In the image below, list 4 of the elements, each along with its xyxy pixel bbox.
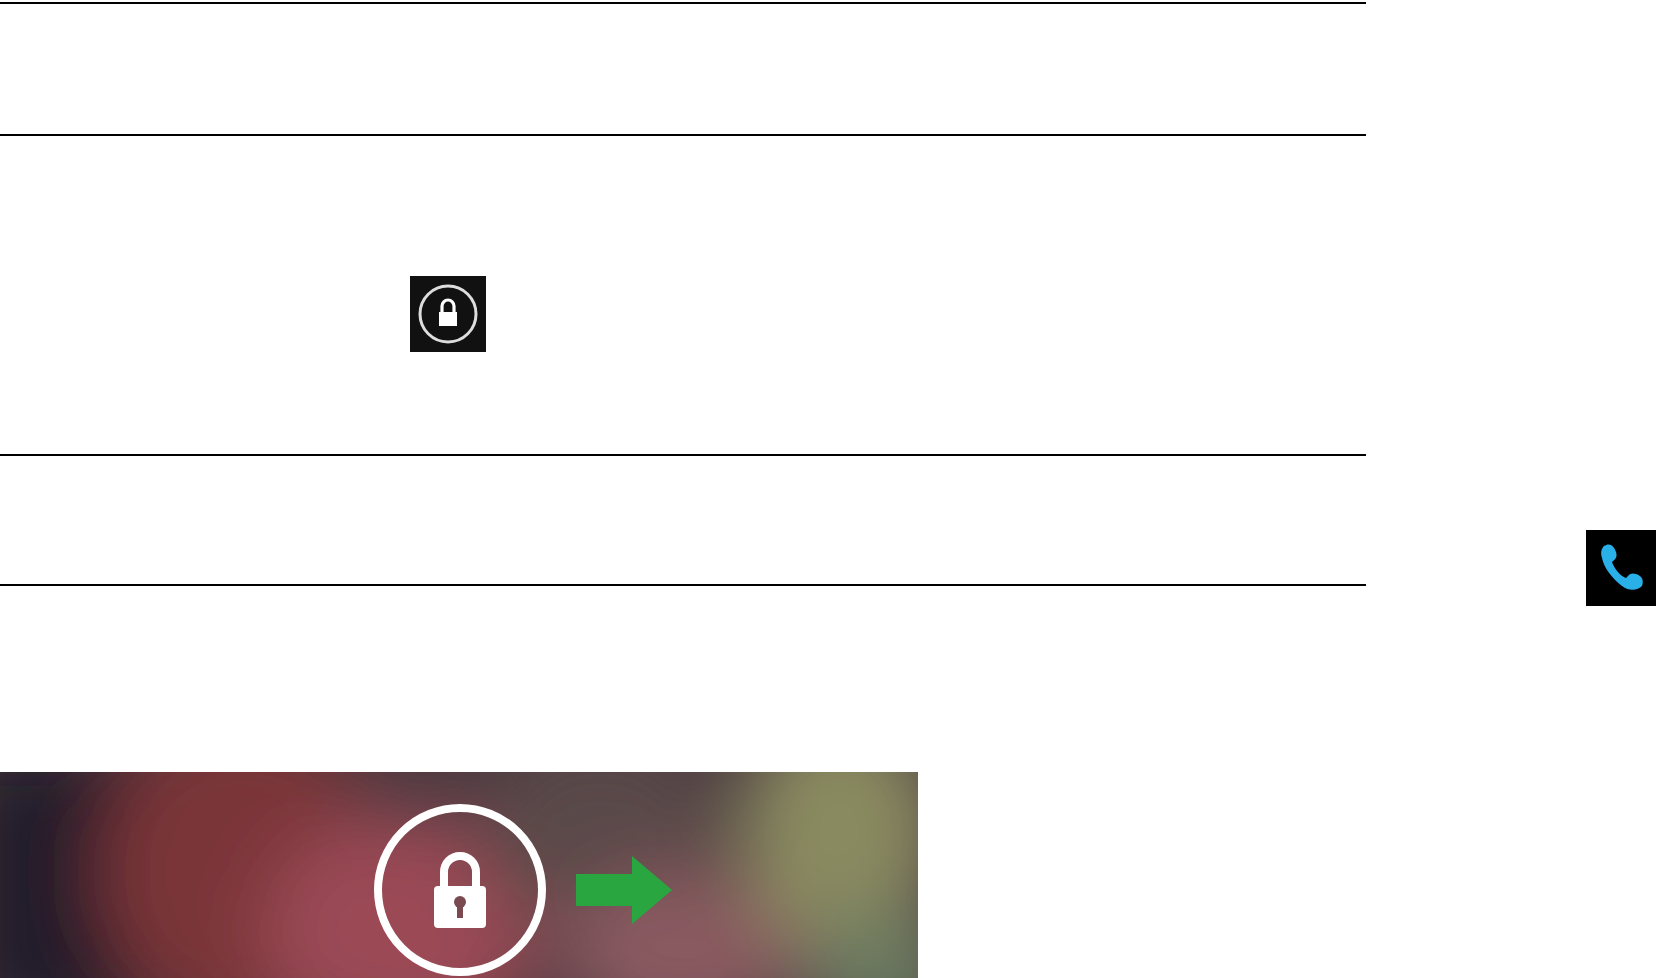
phone-icon bbox=[1586, 530, 1656, 606]
lock-icon bbox=[410, 275, 486, 351]
lock-icon[interactable] bbox=[372, 802, 548, 978]
arrow-icon bbox=[576, 856, 672, 924]
